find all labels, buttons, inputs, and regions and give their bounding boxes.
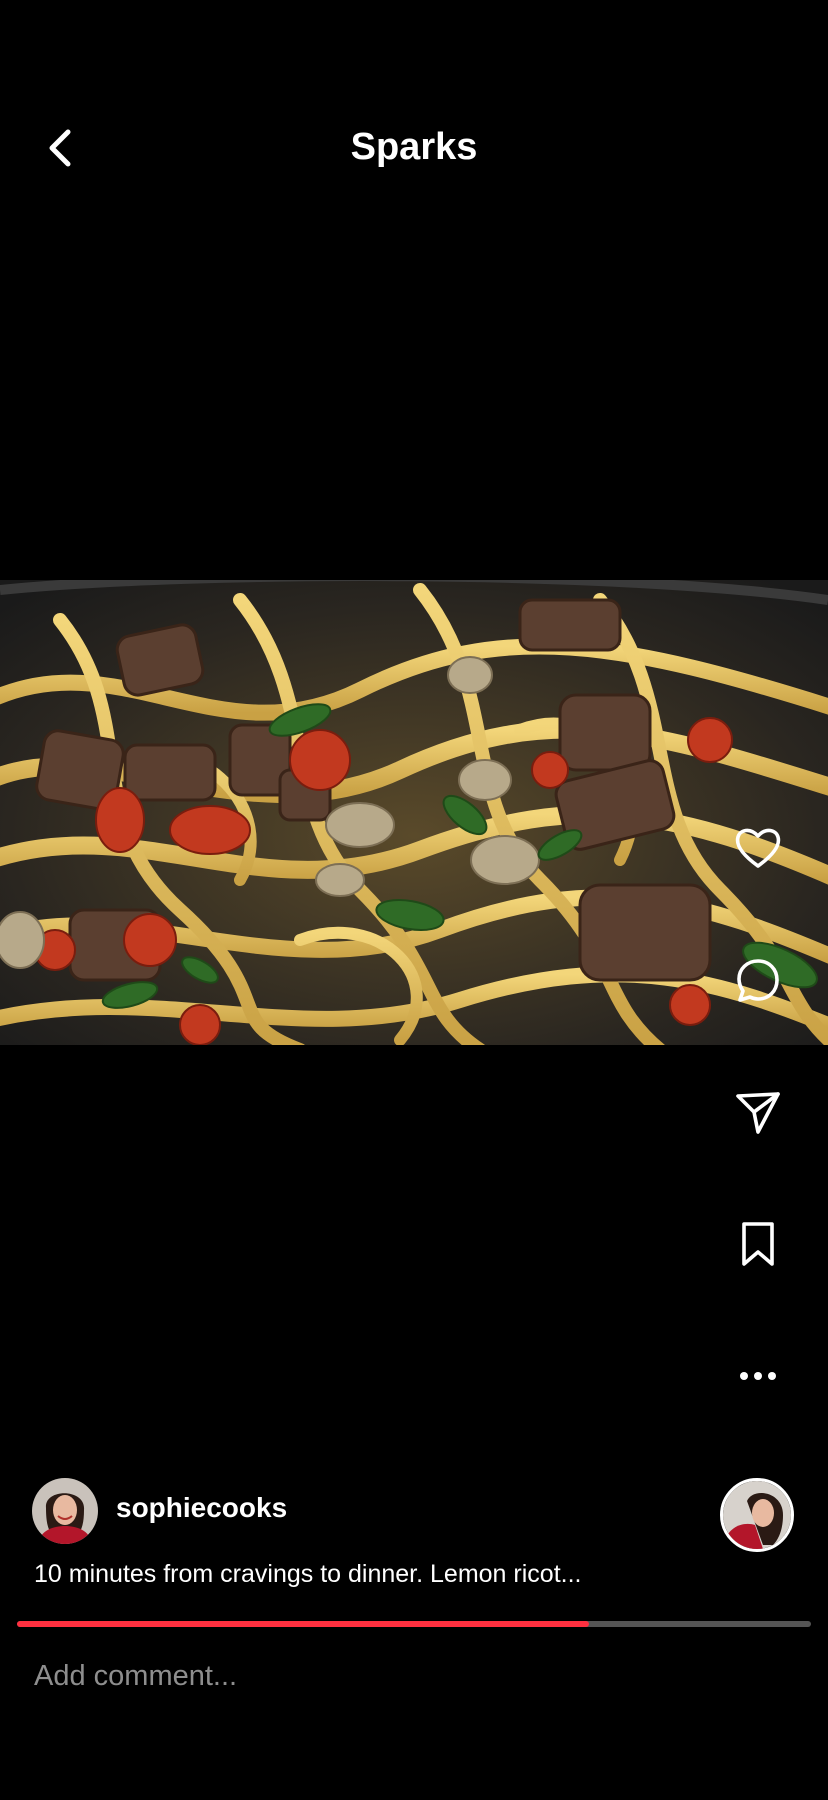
bookmark-icon	[742, 1222, 774, 1266]
heart-icon	[735, 828, 781, 868]
pasta-photo	[0, 580, 828, 1045]
video-progress-fill	[17, 1621, 589, 1627]
share-button[interactable]	[730, 1084, 786, 1140]
save-button[interactable]	[730, 1216, 786, 1272]
audio-profile-photo	[723, 1481, 791, 1549]
like-button[interactable]	[730, 820, 786, 876]
comment-input[interactable]	[34, 1656, 794, 1696]
profile-photo	[32, 1478, 98, 1544]
video-progress[interactable]	[17, 1621, 811, 1627]
post-image[interactable]	[0, 580, 828, 1045]
comment-button[interactable]	[730, 952, 786, 1008]
send-icon	[736, 1092, 780, 1134]
more-icon	[740, 1372, 776, 1380]
post-caption[interactable]: 10 minutes from cravings to dinner. Lemo…	[34, 1560, 581, 1589]
more-options-button[interactable]	[730, 1348, 786, 1404]
audio-avatar[interactable]	[720, 1478, 794, 1552]
page-title: Sparks	[350, 126, 478, 168]
username[interactable]: sophiecooks	[116, 1492, 287, 1524]
avatar[interactable]	[32, 1478, 98, 1544]
comment-icon	[737, 959, 779, 1002]
